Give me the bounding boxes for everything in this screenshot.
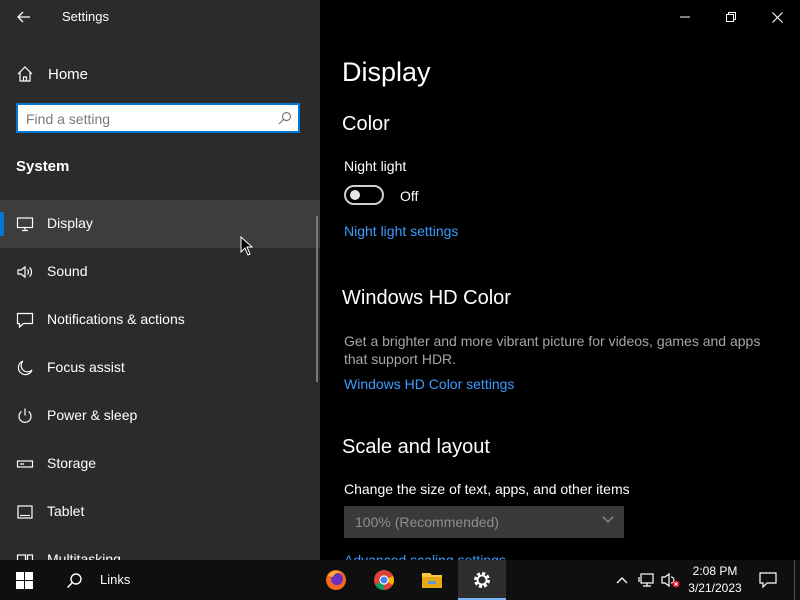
- section-title: System: [16, 158, 70, 175]
- network-icon: [638, 573, 654, 587]
- sidebar-item-label: Focus assist: [47, 359, 125, 375]
- color-heading: Color: [342, 113, 390, 135]
- sidebar-item-notifications[interactable]: Notifications & actions: [0, 296, 320, 344]
- home-label: Home: [48, 65, 89, 83]
- search-box[interactable]: [16, 103, 300, 133]
- sidebar-item-label: Display: [47, 215, 93, 231]
- home-nav-item[interactable]: Home: [16, 60, 88, 88]
- sidebar-item-label: Multitasking: [47, 551, 121, 560]
- search-input[interactable]: [26, 109, 266, 129]
- close-icon: [771, 11, 783, 23]
- hdr-settings-link[interactable]: Windows HD Color settings: [344, 376, 514, 392]
- taskbar-file-explorer[interactable]: [410, 560, 454, 600]
- action-center-button[interactable]: [754, 560, 782, 600]
- taskbar: Links 2:08 PM 3/21/2023: [0, 560, 800, 600]
- home-icon: [17, 66, 33, 82]
- show-hidden-icons-button[interactable]: [612, 560, 632, 600]
- hdr-description: Get a brighter and more vibrant picture …: [344, 333, 761, 367]
- search-taskbar-button[interactable]: [54, 560, 94, 600]
- sidebar-item-label: Power & sleep: [47, 407, 138, 423]
- chevron-down-icon: [602, 516, 614, 523]
- sidebar-item-label: Notifications & actions: [47, 311, 185, 327]
- settings-gear-icon: [474, 572, 490, 588]
- sidebar-item-sound[interactable]: Sound: [0, 248, 320, 296]
- links-toolbar[interactable]: Links: [100, 572, 130, 587]
- sidebar-item-storage[interactable]: Storage: [0, 440, 320, 488]
- volume-tray-button[interactable]: [660, 560, 682, 600]
- file-explorer-icon: [422, 573, 442, 588]
- search-icon: [66, 572, 82, 588]
- tablet-icon: [17, 505, 33, 519]
- night-light-label: Night light: [344, 158, 407, 174]
- volume-muted-icon: [661, 572, 680, 588]
- sidebar-scrollbar[interactable]: [316, 216, 318, 382]
- clock[interactable]: 2:08 PM 3/21/2023: [686, 563, 744, 597]
- page-title: Display: [342, 57, 431, 87]
- sidebar-item-label: Tablet: [47, 503, 85, 519]
- close-button[interactable]: [759, 4, 795, 30]
- sidebar: Settings Home System Display: [0, 0, 320, 560]
- moon-icon: [17, 360, 33, 376]
- network-tray-button[interactable]: [636, 560, 658, 600]
- chrome-icon: [374, 570, 394, 591]
- notification-icon: [16, 312, 34, 329]
- sidebar-item-label: Sound: [47, 263, 88, 279]
- scale-heading: Scale and layout: [342, 436, 490, 458]
- power-icon: [18, 408, 32, 423]
- speaker-icon: [17, 265, 33, 279]
- notification-center-icon: [759, 572, 777, 588]
- settings-window: Settings Home System Display: [0, 0, 800, 560]
- scale-dropdown-value: 100% (Recommended): [355, 514, 499, 530]
- storage-icon: [16, 460, 34, 468]
- sidebar-item-label: Storage: [47, 455, 97, 471]
- minimize-button[interactable]: [667, 4, 703, 30]
- active-indicator: [0, 212, 4, 236]
- sidebar-item-focus-assist[interactable]: Focus assist: [0, 344, 320, 392]
- scale-label: Change the size of text, apps, and other…: [344, 481, 630, 497]
- mouse-cursor-icon: [240, 236, 253, 256]
- main-content: Display Color Night light Off Night ligh…: [320, 0, 800, 560]
- night-light-state: Off: [400, 188, 419, 204]
- minimize-icon: [680, 16, 690, 18]
- sidebar-item-multitasking[interactable]: Multitasking: [0, 536, 320, 560]
- scale-dropdown[interactable]: 100% (Recommended): [344, 506, 624, 538]
- taskbar-firefox[interactable]: [314, 560, 358, 600]
- start-button[interactable]: [0, 560, 48, 600]
- monitor-icon: [16, 217, 34, 232]
- back-arrow-icon: [17, 11, 30, 23]
- taskbar-chrome[interactable]: [362, 560, 406, 600]
- firefox-icon: [326, 570, 346, 590]
- show-desktop-button[interactable]: [794, 560, 800, 600]
- taskbar-settings[interactable]: [458, 560, 506, 600]
- sidebar-item-display[interactable]: Display: [0, 200, 320, 248]
- advanced-scaling-link[interactable]: Advanced scaling settings: [344, 552, 506, 560]
- sidebar-item-tablet[interactable]: Tablet: [0, 488, 320, 536]
- windows-logo-icon: [15, 571, 33, 589]
- clock-time: 2:08 PM: [692, 564, 738, 578]
- night-light-toggle[interactable]: [344, 185, 384, 205]
- hdr-heading: Windows HD Color: [342, 287, 511, 309]
- app-title: Settings: [62, 9, 109, 24]
- chevron-up-icon: [616, 577, 628, 584]
- toggle-knob: [350, 190, 360, 200]
- night-light-settings-link[interactable]: Night light settings: [344, 223, 458, 239]
- restore-icon: [726, 12, 736, 22]
- search-icon[interactable]: [278, 111, 292, 125]
- restore-button[interactable]: [713, 4, 749, 30]
- clock-date: 3/21/2023: [688, 581, 742, 595]
- sidebar-item-power-sleep[interactable]: Power & sleep: [0, 392, 320, 440]
- back-button[interactable]: [10, 4, 38, 30]
- multitasking-icon: [16, 554, 34, 560]
